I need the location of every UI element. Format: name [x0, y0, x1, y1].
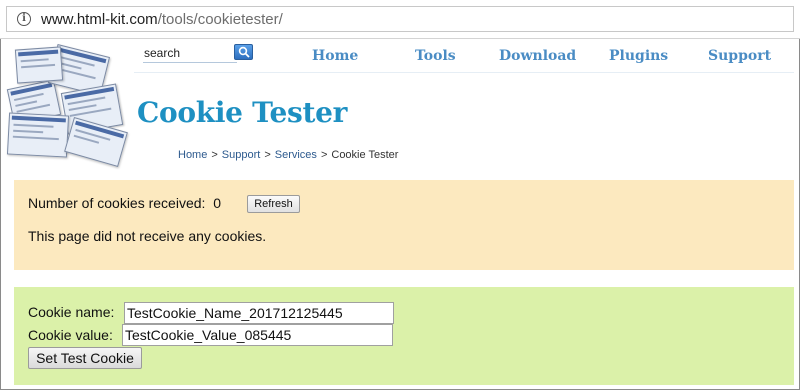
url-field[interactable]: i www.html-kit.com/tools/cookietester/	[6, 6, 794, 32]
cookie-count-label: Number of cookies received:	[28, 195, 206, 211]
nav-home[interactable]: Home	[312, 48, 358, 64]
nav-tools[interactable]: Tools	[415, 48, 456, 64]
no-cookies-message: This page did not receive any cookies.	[28, 228, 267, 244]
nav-support[interactable]: Support	[708, 48, 771, 64]
cookie-name-input[interactable]	[124, 302, 394, 324]
page-title: Cookie Tester	[137, 96, 348, 129]
nav-plugins[interactable]: Plugins	[609, 48, 668, 64]
url-text[interactable]: www.html-kit.com/tools/cookietester/	[41, 11, 283, 28]
cookie-value-input[interactable]	[122, 324, 393, 346]
site-logo[interactable]	[6, 44, 128, 168]
breadcrumb: Home > Support > Services > Cookie Tester	[178, 149, 399, 161]
search-icon	[238, 46, 250, 58]
breadcrumb-current: Cookie Tester	[331, 149, 399, 161]
breadcrumb-support[interactable]: Support	[222, 149, 261, 161]
cookies-received-panel	[14, 180, 794, 270]
url-path: /tools/cookietester/	[157, 11, 283, 28]
nav-divider	[134, 72, 794, 73]
logo-card	[14, 46, 64, 84]
cookie-name-label: Cookie name:	[28, 304, 115, 320]
search-input[interactable]	[143, 44, 237, 63]
search-button[interactable]	[234, 44, 253, 60]
logo-card	[6, 112, 70, 158]
cookie-count-text: Number of cookies received: 0	[28, 195, 221, 211]
browser-address-bar: i www.html-kit.com/tools/cookietester/	[0, 0, 800, 39]
nav-download[interactable]: Download	[499, 48, 576, 64]
set-test-cookie-button[interactable]: Set Test Cookie	[28, 347, 142, 369]
breadcrumb-services[interactable]: Services	[275, 149, 317, 161]
refresh-button[interactable]: Refresh	[247, 195, 300, 213]
breadcrumb-home[interactable]: Home	[178, 149, 207, 161]
cookie-count-value: 0	[213, 195, 221, 211]
url-host: www.html-kit.com	[41, 11, 158, 28]
cookie-value-label: Cookie value:	[28, 327, 113, 343]
info-icon[interactable]: i	[17, 12, 31, 26]
